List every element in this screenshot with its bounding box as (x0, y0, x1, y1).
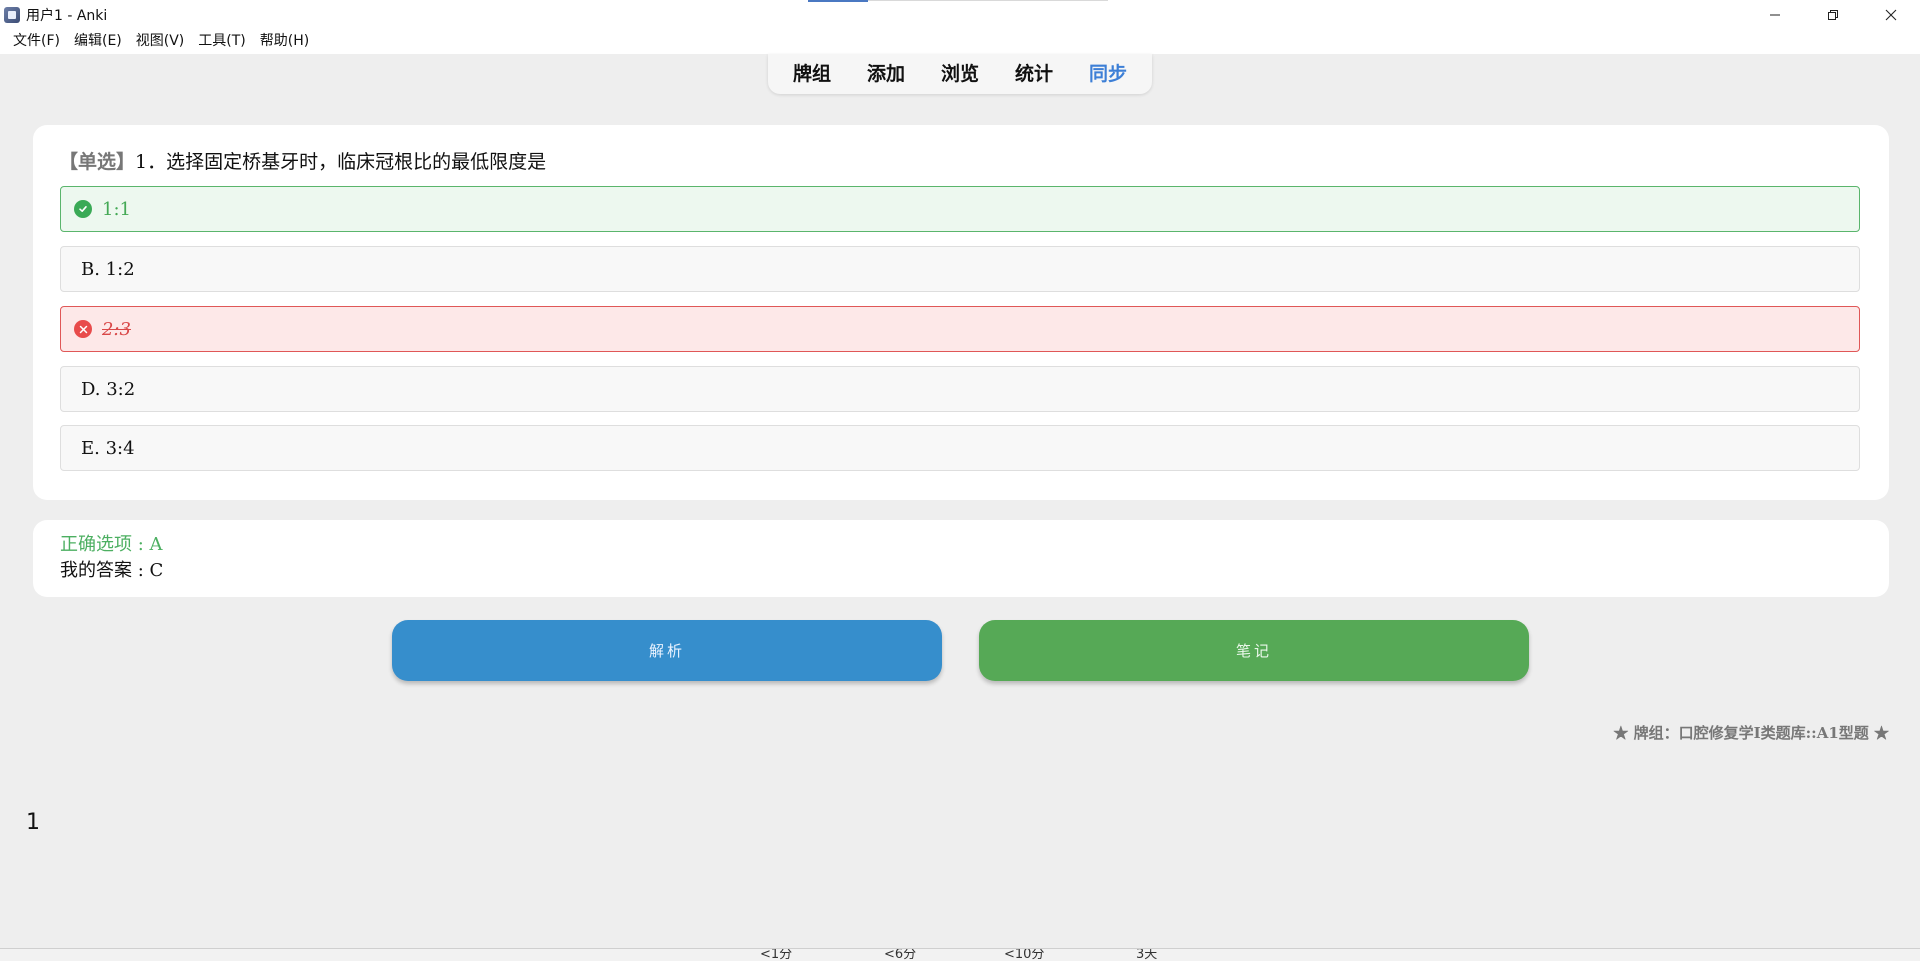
menu-bar: 文件(F) 编辑(E) 视图(V) 工具(T) 帮助(H) (0, 29, 1920, 54)
answer-bottom-bar: <1分 <6分 <10分 3天 (0, 948, 1920, 961)
minimize-icon (1770, 14, 1780, 15)
title-progress-track (808, 0, 1108, 2)
check-circle-icon (74, 200, 92, 218)
answer-card: 正确选项 : A 我的答案 : C (33, 520, 1889, 597)
toolbar-decks[interactable]: 牌组 (775, 54, 849, 94)
ease-hard-time[interactable]: <6分 (884, 949, 916, 961)
restore-icon (1828, 9, 1838, 20)
anki-app-icon (4, 6, 20, 23)
option-text: E. 3:4 (81, 437, 135, 459)
option-c[interactable]: 2:3 (60, 306, 1860, 352)
card-counter: 1 (26, 810, 40, 835)
option-b[interactable]: B. 1:2 (60, 246, 1860, 292)
deck-info: ★ 牌组：口腔修复学I类题库::A1型题 ★ (1613, 724, 1889, 742)
toolbar-sync[interactable]: 同步 (1071, 54, 1145, 94)
option-text: 2:3 (102, 318, 131, 340)
window-title: 用户1 - Anki (26, 7, 108, 24)
my-answer-line: 我的答案 : C (60, 560, 164, 581)
ease-good-time[interactable]: <10分 (1004, 949, 1044, 961)
close-icon (1885, 9, 1897, 20)
close-button[interactable] (1862, 0, 1920, 29)
option-d[interactable]: D. 3:2 (60, 366, 1860, 412)
option-text: 1:1 (102, 198, 131, 220)
option-a[interactable]: 1:1 (60, 186, 1860, 232)
toolbar-stats[interactable]: 统计 (997, 54, 1071, 94)
menu-file[interactable]: 文件(F) (6, 29, 67, 54)
main-toolbar: 牌组 添加 浏览 统计 同步 (768, 54, 1152, 94)
x-circle-icon (74, 320, 92, 338)
option-e[interactable]: E. 3:4 (60, 425, 1860, 471)
minimize-button[interactable] (1746, 0, 1804, 29)
restore-button[interactable] (1804, 0, 1862, 29)
window-controls (1746, 0, 1920, 29)
question-type-tag: 【单选】 (59, 151, 136, 173)
ease-again-time[interactable]: <1分 (760, 949, 792, 961)
toolbar-add[interactable]: 添加 (849, 54, 923, 94)
title-bar: 用户1 - Anki (0, 0, 1920, 29)
menu-view[interactable]: 视图(V) (129, 29, 192, 54)
correct-answer-line: 正确选项 : A (60, 534, 163, 555)
note-button[interactable]: 笔记 (979, 620, 1529, 681)
option-text: D. 3:2 (81, 378, 136, 400)
title-progress-fill (808, 0, 868, 2)
option-text: B. 1:2 (81, 258, 135, 280)
question-stem: 1．选择固定桥基牙时，临床冠根比的最低限度是 (135, 151, 547, 173)
question-card: 【单选】1．选择固定桥基牙时，临床冠根比的最低限度是 1:1 B. 1:2 2:… (33, 125, 1889, 500)
menu-tools[interactable]: 工具(T) (191, 29, 252, 54)
analysis-button[interactable]: 解析 (392, 620, 942, 681)
menu-edit[interactable]: 编辑(E) (67, 29, 129, 54)
question-text: 【单选】1．选择固定桥基牙时，临床冠根比的最低限度是 (59, 147, 546, 174)
ease-easy-time[interactable]: 3天 (1136, 949, 1157, 961)
menu-help[interactable]: 帮助(H) (253, 29, 316, 54)
toolbar-browse[interactable]: 浏览 (923, 54, 997, 94)
